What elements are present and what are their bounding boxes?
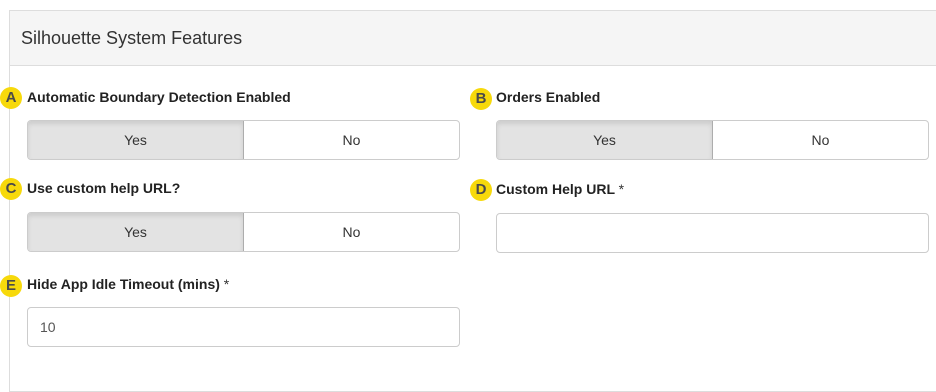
custom-help-label: Use custom help URL? bbox=[27, 180, 181, 196]
auto-boundary-label: Automatic Boundary Detection Enabled bbox=[27, 89, 291, 105]
orders-enabled-no-button[interactable]: No bbox=[713, 121, 928, 159]
auto-boundary-no-button[interactable]: No bbox=[244, 121, 459, 159]
panel-title: Silhouette System Features bbox=[10, 11, 936, 66]
idle-timeout-input[interactable]: 10 bbox=[27, 307, 460, 347]
idle-timeout-label-text: Hide App Idle Timeout (mins) bbox=[27, 276, 220, 292]
custom-help-url-label-text: Custom Help URL bbox=[496, 181, 615, 197]
custom-help-yes-button[interactable]: Yes bbox=[28, 213, 244, 251]
annotation-badge-b: B bbox=[470, 88, 492, 110]
custom-help-toggle: Yes No bbox=[27, 212, 460, 252]
auto-boundary-yes-button[interactable]: Yes bbox=[28, 121, 244, 159]
orders-enabled-toggle: Yes No bbox=[496, 120, 929, 160]
custom-help-url-label: Custom Help URL * bbox=[496, 181, 624, 197]
required-marker: * bbox=[223, 276, 230, 292]
annotation-badge-e: E bbox=[0, 275, 22, 297]
custom-help-url-input[interactable] bbox=[496, 213, 929, 253]
orders-enabled-label: Orders Enabled bbox=[496, 89, 601, 105]
annotation-badge-a: A bbox=[0, 87, 22, 109]
idle-timeout-label: Hide App Idle Timeout (mins) * bbox=[27, 276, 229, 292]
custom-help-no-button[interactable]: No bbox=[244, 213, 459, 251]
auto-boundary-toggle: Yes No bbox=[27, 120, 460, 160]
annotation-badge-c: C bbox=[0, 178, 22, 200]
orders-enabled-yes-button[interactable]: Yes bbox=[497, 121, 713, 159]
required-marker: * bbox=[618, 181, 625, 197]
annotation-badge-d: D bbox=[470, 179, 492, 201]
